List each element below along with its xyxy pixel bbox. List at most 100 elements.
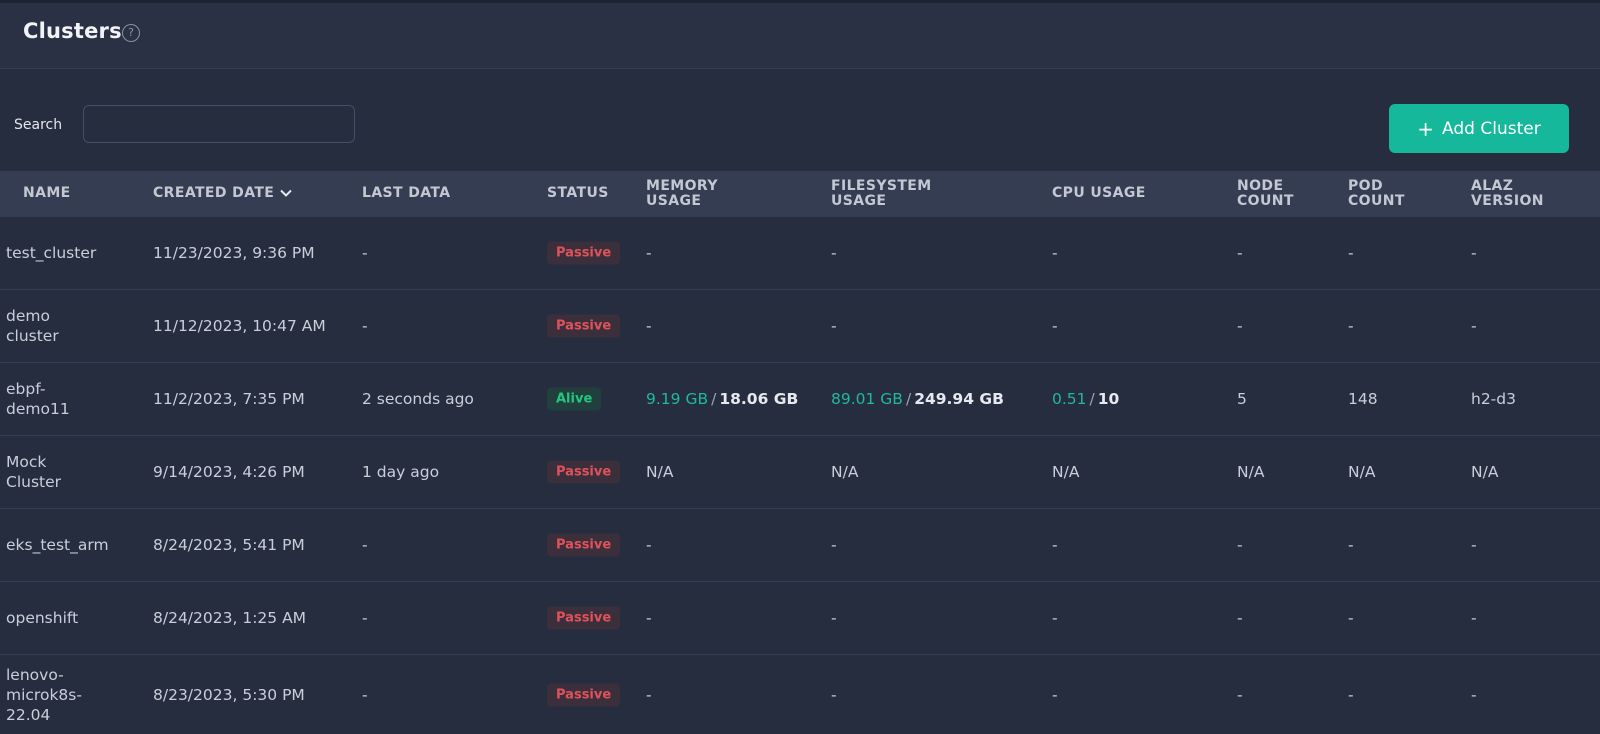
table-row[interactable]: lenovo-microk8s-22.04 8/23/2023, 5:30 PM… [0, 655, 1600, 734]
separator: / [1089, 390, 1095, 408]
column-header-line: USAGE [646, 193, 702, 209]
memory-usage: - [646, 609, 652, 627]
filesystem-total: 249.94 GB [914, 390, 1004, 408]
status-badge: Passive [547, 533, 621, 557]
created-date: 8/23/2023, 5:30 PM [153, 685, 305, 704]
add-cluster-button[interactable]: + Add Cluster [1389, 104, 1569, 153]
cpu-total: 10 [1097, 390, 1120, 408]
page-header: Clusters ? [0, 0, 1600, 69]
filesystem-used: 89.01 GB [831, 390, 903, 408]
table-row[interactable]: Mock Cluster 9/14/2023, 4:26 PM 1 day ag… [0, 436, 1600, 509]
alaz-version: - [1471, 609, 1477, 627]
search-input[interactable] [83, 105, 355, 143]
alaz-version: h2-d3 [1471, 390, 1516, 408]
cpu-usage: 0.51/10 [1052, 390, 1119, 408]
node-count: N/A [1237, 463, 1265, 481]
cpu-usage: - [1052, 244, 1058, 262]
filesystem-usage: - [831, 685, 837, 704]
column-header-line: POD [1348, 178, 1383, 194]
column-header-filesystem-usage[interactable]: FILESYSTEM USAGE [831, 179, 932, 209]
created-date: 8/24/2023, 1:25 AM [153, 609, 307, 627]
alaz-version: - [1471, 244, 1477, 262]
help-icon[interactable]: ? [122, 24, 140, 42]
created-date: 11/23/2023, 9:36 PM [153, 244, 315, 262]
column-header-line: FILESYSTEM [831, 178, 932, 194]
last-data: - [362, 536, 368, 554]
table-row[interactable]: test_cluster 11/23/2023, 9:36 PM - Passi… [0, 217, 1600, 290]
cluster-name[interactable]: eks_test_arm [6, 535, 109, 555]
column-header-pod-count[interactable]: POD COUNT [1348, 179, 1405, 209]
created-date: 11/2/2023, 7:35 PM [153, 390, 305, 408]
cluster-name[interactable]: Mock Cluster [6, 452, 106, 492]
pod-count: - [1348, 536, 1354, 554]
memory-usage: - [646, 685, 652, 704]
pod-count: - [1348, 685, 1354, 704]
filesystem-usage: - [831, 536, 837, 554]
cluster-name[interactable]: openshift [6, 608, 106, 628]
status-badge: Passive [547, 460, 621, 484]
cpu-usage: N/A [1052, 463, 1080, 481]
pod-count: N/A [1348, 463, 1376, 481]
search-label: Search [14, 117, 63, 133]
cluster-name[interactable]: test_cluster [6, 243, 106, 263]
table-row[interactable]: openshift 8/24/2023, 1:25 AM - Passive -… [0, 582, 1600, 655]
status-badge: Passive [547, 241, 621, 265]
column-header-line: NODE [1237, 178, 1284, 194]
filesystem-usage: - [831, 244, 837, 262]
column-header-line: MEMORY [646, 178, 718, 194]
filesystem-usage: - [831, 609, 837, 627]
column-header-last-data[interactable]: LAST DATA [362, 186, 451, 201]
memory-usage: - [646, 536, 652, 554]
node-count: - [1237, 536, 1243, 554]
cluster-name[interactable]: lenovo-microk8s-22.04 [6, 665, 98, 725]
separator: / [711, 390, 717, 408]
column-header-line: ALAZ [1471, 178, 1514, 194]
last-data: 1 day ago [362, 463, 440, 481]
table-header: NAME CREATED DATE LAST DATA STATUS MEMOR… [0, 171, 1600, 217]
cluster-name[interactable]: ebpf-demo11 [6, 379, 106, 419]
last-data: - [362, 685, 368, 704]
column-header-status[interactable]: STATUS [547, 186, 609, 201]
pod-count: - [1348, 244, 1354, 262]
node-count: - [1237, 317, 1243, 335]
alaz-version: N/A [1471, 463, 1499, 481]
separator: / [905, 390, 912, 408]
column-header-node-count[interactable]: NODE COUNT [1237, 179, 1294, 209]
node-count: - [1237, 609, 1243, 627]
page-title: Clusters [23, 19, 122, 43]
node-count: - [1237, 244, 1243, 262]
status-badge: Passive [547, 314, 621, 338]
pod-count: 148 [1348, 390, 1378, 408]
column-header-name[interactable]: NAME [23, 186, 71, 201]
filesystem-usage: - [831, 317, 837, 335]
status-badge: Passive [547, 683, 621, 706]
alaz-version: - [1471, 536, 1477, 554]
cpu-usage: - [1052, 317, 1058, 335]
plus-icon: + [1417, 116, 1435, 141]
alaz-version: - [1471, 317, 1477, 335]
pod-count: - [1348, 317, 1354, 335]
memory-usage: N/A [646, 463, 674, 481]
cpu-usage: - [1052, 536, 1058, 554]
add-cluster-label: Add Cluster [1442, 118, 1541, 139]
column-header-line: VERSION [1471, 193, 1544, 209]
created-date: 11/12/2023, 10:47 AM [153, 317, 326, 335]
cluster-name[interactable]: demo cluster [6, 306, 106, 346]
chevron-down-icon [280, 189, 292, 197]
memory-used: 9.19 GB [646, 390, 709, 408]
table-row[interactable]: eks_test_arm 8/24/2023, 5:41 PM - Passiv… [0, 509, 1600, 582]
last-data: 2 seconds ago [362, 390, 474, 408]
memory-total: 18.06 GB [719, 390, 799, 408]
column-header-cpu-usage[interactable]: CPU USAGE [1052, 186, 1146, 201]
node-count: 5 [1237, 390, 1247, 408]
column-header-created-date[interactable]: CREATED DATE [153, 186, 292, 201]
alaz-version: - [1471, 685, 1477, 704]
table-row[interactable]: demo cluster 11/12/2023, 10:47 AM - Pass… [0, 290, 1600, 363]
column-header-memory-usage[interactable]: MEMORY USAGE [646, 179, 718, 209]
cpu-usage: - [1052, 685, 1058, 704]
cpu-used: 0.51 [1052, 390, 1087, 408]
table-row[interactable]: ebpf-demo11 11/2/2023, 7:35 PM 2 seconds… [0, 363, 1600, 436]
node-count: - [1237, 685, 1243, 704]
last-data: - [362, 317, 368, 335]
column-header-alaz-version[interactable]: ALAZ VERSION [1471, 179, 1544, 209]
